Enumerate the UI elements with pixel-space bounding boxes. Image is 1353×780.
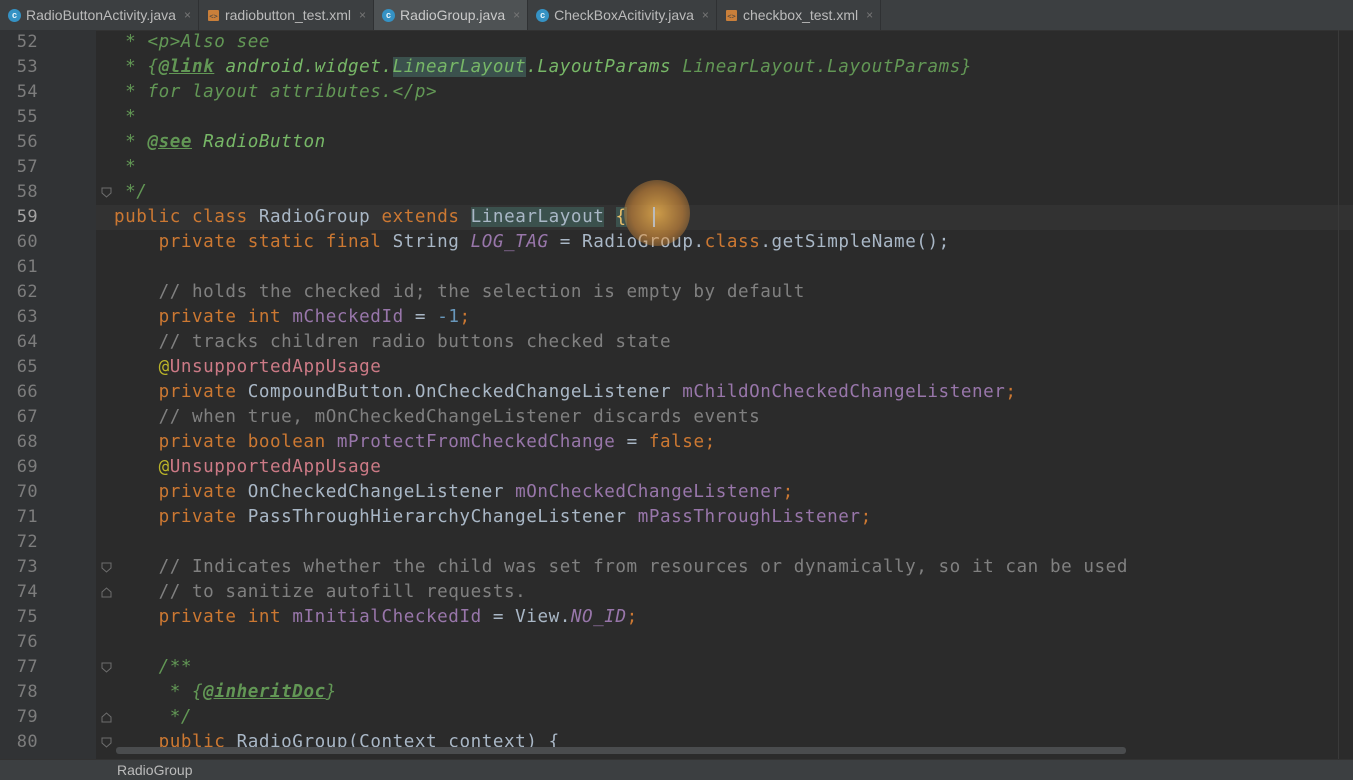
editor-tab-bar: c RadioButtonActivity.java × <> radiobut… — [0, 0, 1353, 31]
horizontal-scrollbar[interactable] — [116, 747, 1126, 754]
line-number: 56 — [16, 132, 38, 152]
fold-end-icon[interactable] — [101, 712, 112, 723]
line-number-current: 59 — [16, 207, 38, 227]
code-line-68[interactable]: private boolean mProtectFromCheckedChang… — [114, 430, 716, 455]
code-line-66[interactable]: private CompoundButton.OnCheckedChangeLi… — [114, 380, 1017, 405]
tab-checkboxacitivity-java[interactable]: c CheckBoxAcitivity.java × — [528, 0, 717, 30]
line-number: 68 — [16, 432, 38, 452]
line-number: 70 — [16, 482, 38, 502]
line-number: 61 — [16, 257, 38, 277]
code-line-73[interactable]: // Indicates whether the child was set f… — [114, 555, 1128, 580]
line-number: 73 — [16, 557, 38, 577]
code-line-67[interactable]: // when true, mOnCheckedChangeListener d… — [114, 405, 760, 430]
code-line-53[interactable]: * {@link android.widget.LinearLayout.Lay… — [114, 55, 972, 80]
code-line-59[interactable]: public class RadioGroup extends LinearLa… — [114, 205, 627, 230]
code-line-57[interactable]: * — [114, 155, 136, 180]
close-icon[interactable]: × — [702, 8, 709, 22]
code-line-79[interactable]: */ — [114, 705, 192, 730]
close-icon[interactable]: × — [866, 8, 873, 22]
code-line-60[interactable]: private static final String LOG_TAG = Ra… — [114, 230, 950, 255]
fold-start-icon[interactable] — [101, 737, 112, 748]
text-caret — [653, 207, 655, 227]
line-number: 54 — [16, 82, 38, 102]
tab-radiobutton-test-xml[interactable]: <> radiobutton_test.xml × — [199, 0, 375, 30]
code-line-56[interactable]: * @see RadioButton — [114, 130, 326, 155]
tab-radiogroup-java[interactable]: c RadioGroup.java × — [374, 0, 529, 30]
line-number: 55 — [16, 107, 38, 127]
java-class-icon: c — [536, 8, 550, 22]
line-number: 66 — [16, 382, 38, 402]
line-number: 62 — [16, 282, 38, 302]
xml-file-icon: <> — [725, 9, 738, 22]
code-line-65[interactable]: @UnsupportedAppUsage — [114, 355, 381, 380]
code-line-64[interactable]: // tracks children radio buttons checked… — [114, 330, 671, 355]
svg-text:<>: <> — [727, 12, 735, 20]
code-line-54[interactable]: * for layout attributes.</p> — [114, 80, 437, 105]
code-line-55[interactable]: * — [114, 105, 136, 130]
fold-start-icon[interactable] — [101, 562, 112, 573]
code-line-63[interactable]: private int mCheckedId = -1; — [114, 305, 471, 330]
code-line-75[interactable]: private int mInitialCheckedId = View.NO_… — [114, 605, 638, 630]
line-number: 52 — [16, 32, 38, 52]
code-line-78[interactable]: * {@inheritDoc} — [114, 680, 337, 705]
line-number: 58 — [16, 182, 38, 202]
fold-end-icon[interactable] — [101, 587, 112, 598]
svg-text:<>: <> — [209, 12, 217, 20]
tab-label: RadioGroup.java — [400, 7, 506, 23]
java-class-icon: c — [8, 8, 21, 22]
line-number: 78 — [16, 682, 38, 702]
line-number: 67 — [16, 407, 38, 427]
fold-end-icon[interactable] — [101, 187, 112, 198]
line-number: 64 — [16, 332, 38, 352]
code-line-52[interactable]: * <p>Also see — [114, 30, 270, 55]
line-number: 60 — [16, 232, 38, 252]
fold-start-icon[interactable] — [101, 662, 112, 673]
line-number: 76 — [16, 632, 38, 652]
line-number: 72 — [16, 532, 38, 552]
java-class-icon: c — [382, 8, 396, 22]
mouse-cursor-highlight — [624, 180, 690, 246]
line-number: 53 — [16, 57, 38, 77]
code-line-77[interactable]: /** — [114, 655, 192, 680]
line-number: 57 — [16, 157, 38, 177]
tab-label: radiobutton_test.xml — [224, 7, 352, 23]
right-margin-guide — [1338, 30, 1339, 759]
line-number: 74 — [16, 582, 38, 602]
line-number: 79 — [16, 707, 38, 727]
line-number: 80 — [16, 732, 38, 752]
close-icon[interactable]: × — [359, 8, 366, 22]
line-number: 71 — [16, 507, 38, 527]
tab-radiobuttonactivity-java[interactable]: c RadioButtonActivity.java × — [0, 0, 199, 30]
code-line-70[interactable]: private OnCheckedChangeListener mOnCheck… — [114, 480, 794, 505]
line-number: 75 — [16, 607, 38, 627]
line-number: 63 — [16, 307, 38, 327]
code-line-62[interactable]: // holds the checked id; the selection i… — [114, 280, 805, 305]
line-number: 69 — [16, 457, 38, 477]
xml-file-icon: <> — [207, 9, 220, 22]
code-line-71[interactable]: private PassThroughHierarchyChangeListen… — [114, 505, 872, 530]
code-line-58[interactable]: */ — [114, 180, 147, 205]
tab-checkbox-test-xml[interactable]: <> checkbox_test.xml × — [717, 0, 882, 30]
code-line-74[interactable]: // to sanitize autofill requests. — [114, 580, 526, 605]
tab-label: checkbox_test.xml — [742, 7, 859, 23]
line-number: 65 — [16, 357, 38, 377]
line-number: 77 — [16, 657, 38, 677]
tab-label: CheckBoxAcitivity.java — [554, 7, 694, 23]
close-icon[interactable]: × — [184, 8, 191, 22]
tab-label: RadioButtonActivity.java — [26, 7, 176, 23]
breadcrumb: RadioGroup — [0, 759, 1353, 780]
code-line-69[interactable]: @UnsupportedAppUsage — [114, 455, 381, 480]
close-icon[interactable]: × — [513, 8, 520, 22]
breadcrumb-item-radiogroup[interactable]: RadioGroup — [117, 762, 193, 778]
